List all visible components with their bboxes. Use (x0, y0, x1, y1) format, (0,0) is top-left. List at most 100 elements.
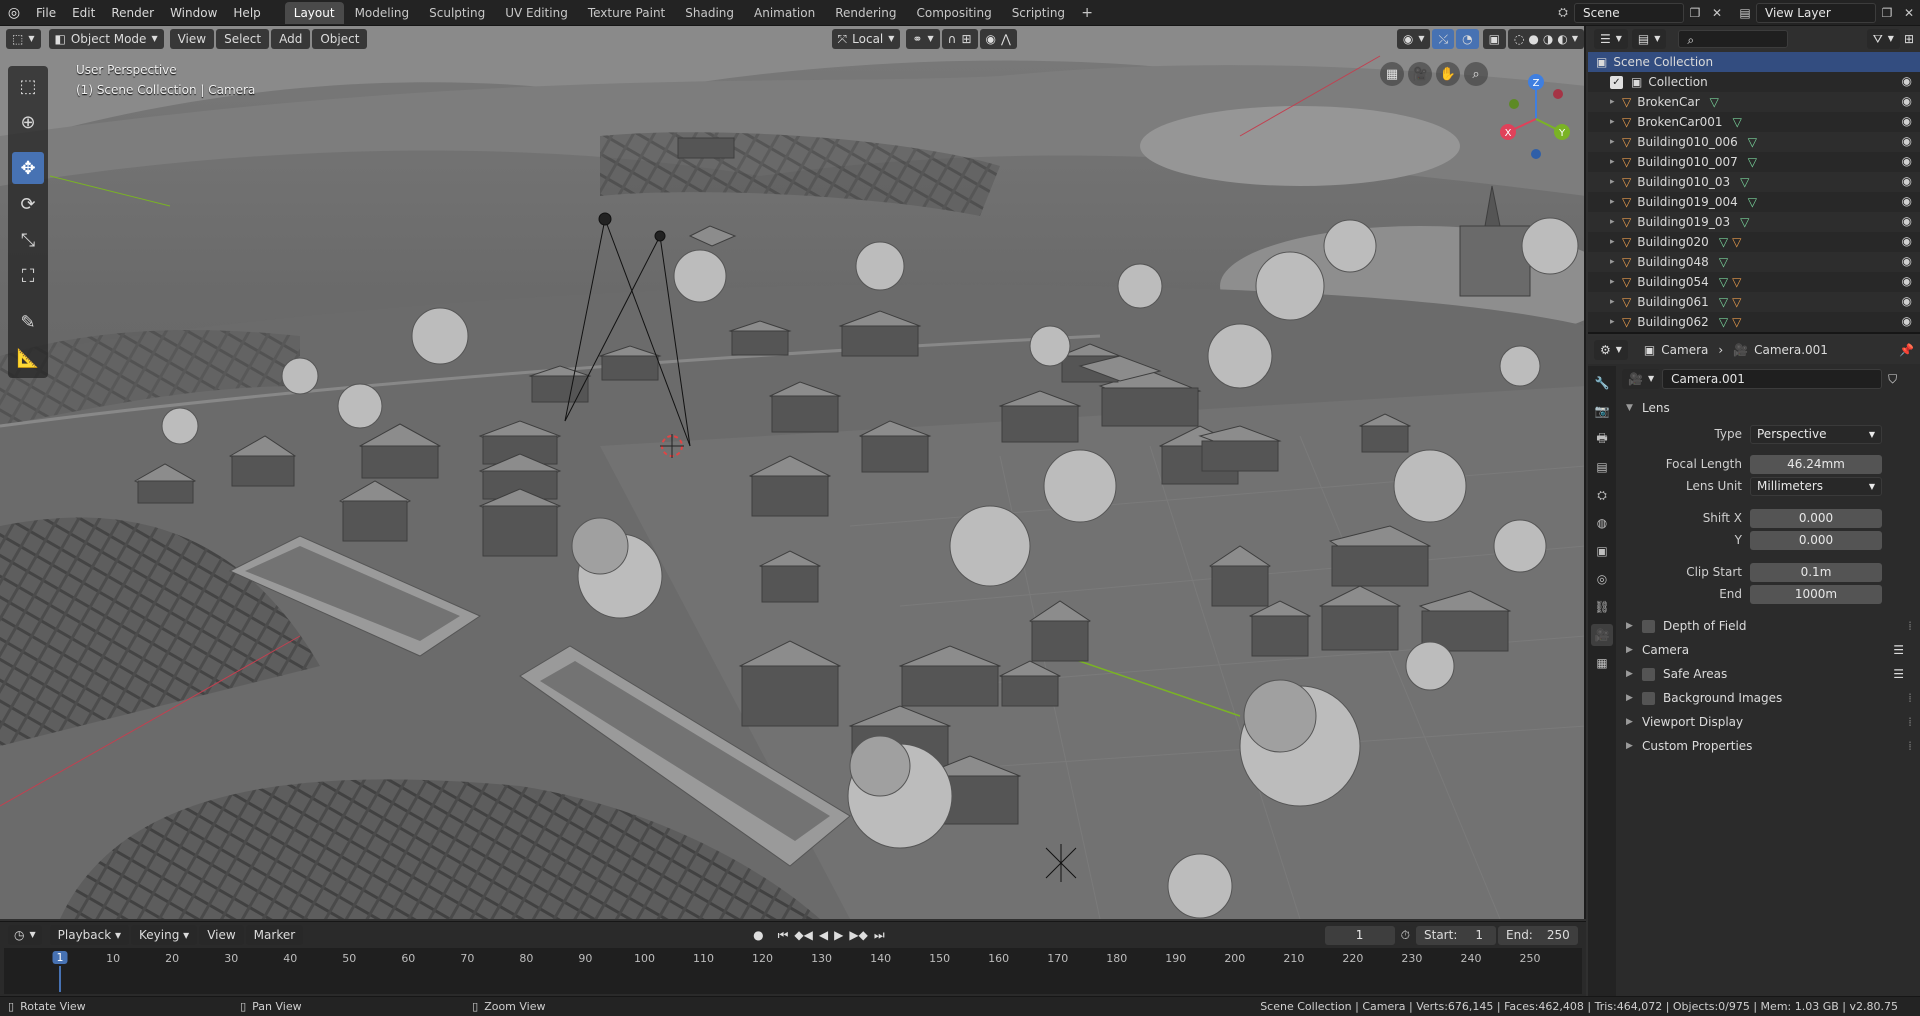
workspace-tab-sculpting[interactable]: Sculpting (420, 2, 494, 24)
eye-icon[interactable]: ◉ (1902, 274, 1912, 288)
datablock-name-field[interactable]: Camera.001 (1662, 369, 1883, 389)
outliner-item[interactable]: ▸ ▽ Building019_004 ▽ ◉ (1588, 192, 1920, 212)
collapsed-triangle-icon[interactable]: ▸ (1610, 97, 1618, 107)
tool-tab-icon[interactable]: 🔧 (1591, 372, 1613, 394)
workspace-tab-texture-paint[interactable]: Texture Paint (579, 2, 674, 24)
material-icon[interactable]: ▽ (1732, 275, 1741, 289)
menu-file[interactable]: File (28, 0, 64, 26)
scene-field[interactable]: Scene (1574, 2, 1684, 23)
mesh-data-icon[interactable]: ▽ (1733, 115, 1742, 129)
stopwatch-icon[interactable]: ⏱ (1401, 928, 1410, 943)
collapsed-triangle-icon[interactable]: ▸ (1610, 257, 1618, 267)
ortho-toggle-icon[interactable]: ▦ (1380, 62, 1404, 86)
panel-background-images[interactable]: ▶ Background Images ⁞ (1618, 686, 1918, 710)
visibility-dropdown[interactable]: ◉ ▼ (1396, 29, 1431, 49)
filter-dropdown[interactable]: ⛛ ▼ (1866, 29, 1900, 49)
menu-help[interactable]: Help (225, 0, 268, 26)
type-dropdown[interactable]: Perspective ▼ (1750, 424, 1882, 444)
viewport-menu-add[interactable]: Add (271, 29, 311, 49)
drag-handle-icon[interactable]: ⁞ (1908, 619, 1912, 633)
texture-tab-icon[interactable]: ▦ (1591, 652, 1613, 674)
mesh-data-icon[interactable]: ▽ (1719, 275, 1728, 289)
cursor-tool-icon[interactable]: ⊕ (12, 106, 44, 138)
mode-dropdown[interactable]: ◧ Object Mode ▼ (48, 29, 164, 49)
timeline-menu-playback[interactable]: Playback ▾ (49, 925, 130, 945)
mesh-data-icon[interactable]: ▽ (1748, 135, 1757, 149)
gizmo-toggle[interactable]: ⤯ (1432, 29, 1455, 49)
collapsed-triangle-icon[interactable]: ▸ (1610, 297, 1618, 307)
editor-type-dropdown[interactable]: ⚙ ▼ (1594, 340, 1628, 360)
eye-icon[interactable]: ◉ (1902, 234, 1912, 248)
outliner-collection[interactable]: ✓ ▣ Collection ◉ (1588, 72, 1920, 92)
outliner-item[interactable]: ▸ ▽ Building010_03 ▽ ◉ (1588, 172, 1920, 192)
navigation-gizmo[interactable]: Z X Y (1496, 64, 1576, 174)
mesh-data-icon[interactable]: ▽ (1719, 315, 1728, 329)
eye-icon[interactable]: ◉ (1902, 154, 1912, 168)
rotate-tool-icon[interactable]: ⟳ (12, 188, 44, 220)
collapsed-triangle-icon[interactable]: ▸ (1610, 157, 1618, 167)
material-icon[interactable]: ▽ (1732, 235, 1741, 249)
output-tab-icon[interactable]: 🖶 (1591, 428, 1613, 450)
collapsed-triangle-icon[interactable]: ▸ (1610, 177, 1618, 187)
mesh-data-icon[interactable]: ▽ (1740, 215, 1749, 229)
collapsed-triangle-icon[interactable]: ▸ (1610, 317, 1618, 327)
pivot-dropdown[interactable]: ⚭ ▼ (906, 29, 940, 49)
viewport-menu-view[interactable]: View (169, 29, 215, 49)
clip-end-field[interactable]: 1000m (1750, 584, 1882, 604)
material-shading-icon[interactable]: ◑ (1543, 29, 1553, 49)
shift-y-field[interactable]: 0.000 (1750, 530, 1882, 550)
fake-user-shield-icon[interactable]: ⛉ (1888, 372, 1897, 387)
presets-list-icon[interactable]: ☰ (1893, 667, 1904, 681)
scale-tool-icon[interactable]: ⤡ (12, 224, 44, 256)
eye-icon[interactable]: ◉ (1902, 214, 1912, 228)
workspace-tab-scripting[interactable]: Scripting (1003, 2, 1074, 24)
outliner-item[interactable]: ▸ ▽ Building061 ▽ ▽ ◉ (1588, 292, 1920, 312)
editor-type-dropdown[interactable]: ☰ ▼ (1594, 29, 1628, 49)
collapsed-triangle-icon[interactable]: ▸ (1610, 277, 1618, 287)
workspace-tab-compositing[interactable]: Compositing (907, 2, 1000, 24)
camera-view-icon[interactable]: 🎥 (1408, 62, 1432, 86)
panel-depth-of-field[interactable]: ▶ Depth of Field ⁞ (1618, 614, 1918, 638)
jump-keyframe-forward-icon[interactable]: ▶◆ (849, 928, 867, 942)
presets-list-icon[interactable]: ☰ (1893, 643, 1904, 657)
panel-checkbox[interactable] (1642, 667, 1655, 681)
record-icon[interactable]: ● (753, 928, 763, 942)
lens-panel-header[interactable]: ▼ Lens (1618, 396, 1918, 420)
timeline-menu-view[interactable]: View (199, 925, 244, 945)
solid-shading-icon[interactable]: ● (1528, 29, 1538, 49)
xray-toggle[interactable]: ▣ (1482, 29, 1506, 49)
new-collection-icon[interactable]: ⊞ (1904, 32, 1914, 46)
collapsed-triangle-icon[interactable]: ▸ (1610, 217, 1618, 227)
close-view-layer-icon[interactable]: ✕ (1898, 3, 1920, 23)
3d-viewport[interactable]: ⬚ ▼ ◧ Object Mode ▼ View Select Add Object ⤧ Lo… (0, 26, 1586, 919)
collapsed-triangle-icon[interactable]: ▸ (1610, 197, 1618, 207)
outliner-item[interactable]: ▸ ▽ BrokenCar001 ▽ ◉ (1588, 112, 1920, 132)
copy-view-layer-icon[interactable]: ❐ (1876, 3, 1898, 23)
outliner-item[interactable]: ▸ ▽ Building048 ▽ ◉ (1588, 252, 1920, 272)
mesh-data-icon[interactable]: ▽ (1719, 255, 1728, 269)
start-frame-field[interactable]: Start: 1 (1416, 925, 1496, 945)
editor-type-dropdown[interactable]: ◷ ▼ (8, 925, 42, 945)
physics-tab-icon[interactable]: ◎ (1591, 568, 1613, 590)
mesh-data-icon[interactable]: ▽ (1710, 95, 1719, 109)
workspace-tab-shading[interactable]: Shading (676, 2, 743, 24)
editor-type-dropdown[interactable]: ⬚ ▼ (6, 29, 41, 49)
current-frame-field[interactable]: 1 (1324, 925, 1395, 945)
eye-icon[interactable]: ◉ (1902, 294, 1912, 308)
panel-viewport-display[interactable]: ▶ Viewport Display ⁞ (1618, 710, 1918, 734)
play-reverse-icon[interactable]: ◀ (819, 928, 828, 942)
outliner-item[interactable]: ▸ ▽ Building010_006 ▽ ◉ (1588, 132, 1920, 152)
menu-window[interactable]: Window (162, 0, 225, 26)
outliner-item[interactable]: ▸ ▽ Building010_007 ▽ ◉ (1588, 152, 1920, 172)
drag-handle-icon[interactable]: ⁞ (1908, 715, 1912, 729)
constraints-tab-icon[interactable]: ⛓ (1591, 596, 1613, 618)
mesh-data-icon[interactable]: ▽ (1748, 155, 1757, 169)
view-layer-tab-icon[interactable]: ▤ (1591, 456, 1613, 478)
render-tab-icon[interactable]: 📷 (1591, 400, 1613, 422)
add-workspace-button[interactable]: + (1076, 3, 1098, 23)
select-box-tool-icon[interactable]: ⬚ (12, 70, 44, 102)
drag-handle-icon[interactable]: ⁞ (1908, 739, 1912, 753)
timeline-menu-marker[interactable]: Marker (245, 925, 304, 945)
panel-safe-areas[interactable]: ▶ Safe Areas ☰ (1618, 662, 1918, 686)
workspace-tab-modeling[interactable]: Modeling (346, 2, 419, 24)
